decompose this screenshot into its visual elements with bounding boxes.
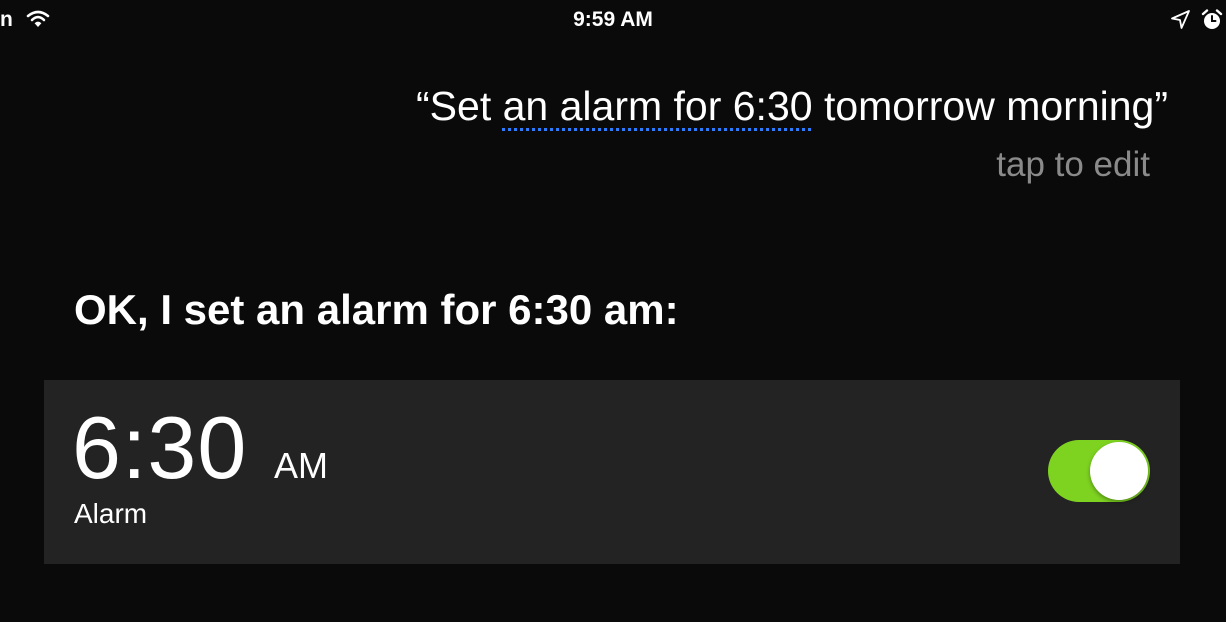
query-highlighted-phrase[interactable]: an alarm for 6:30 <box>503 83 813 129</box>
alarm-clock-icon <box>1201 9 1223 29</box>
alarm-label: Alarm <box>74 498 148 529</box>
tap-to-edit-link[interactable]: tap to edit <box>996 145 1150 185</box>
toggle-knob <box>1090 442 1148 500</box>
query-text-end: tomorrow morning” <box>812 83 1168 129</box>
siri-response: OK, I set an alarm for 6:30 am: <box>74 286 679 333</box>
alarm-ampm: AM <box>274 445 328 486</box>
status-bar: n 9:59 AM <box>0 0 1226 40</box>
status-time: 9:59 AM <box>573 8 653 31</box>
query-text-start: “Set <box>416 83 503 129</box>
location-arrow-icon <box>1171 10 1190 29</box>
alarm-card[interactable]: 6:30 AM Alarm <box>44 380 1180 564</box>
alarm-toggle[interactable] <box>1048 440 1150 502</box>
alarm-time: 6:30 <box>72 398 248 497</box>
siri-query[interactable]: “Set an alarm for 6:30 tomorrow morning” <box>416 82 1168 130</box>
